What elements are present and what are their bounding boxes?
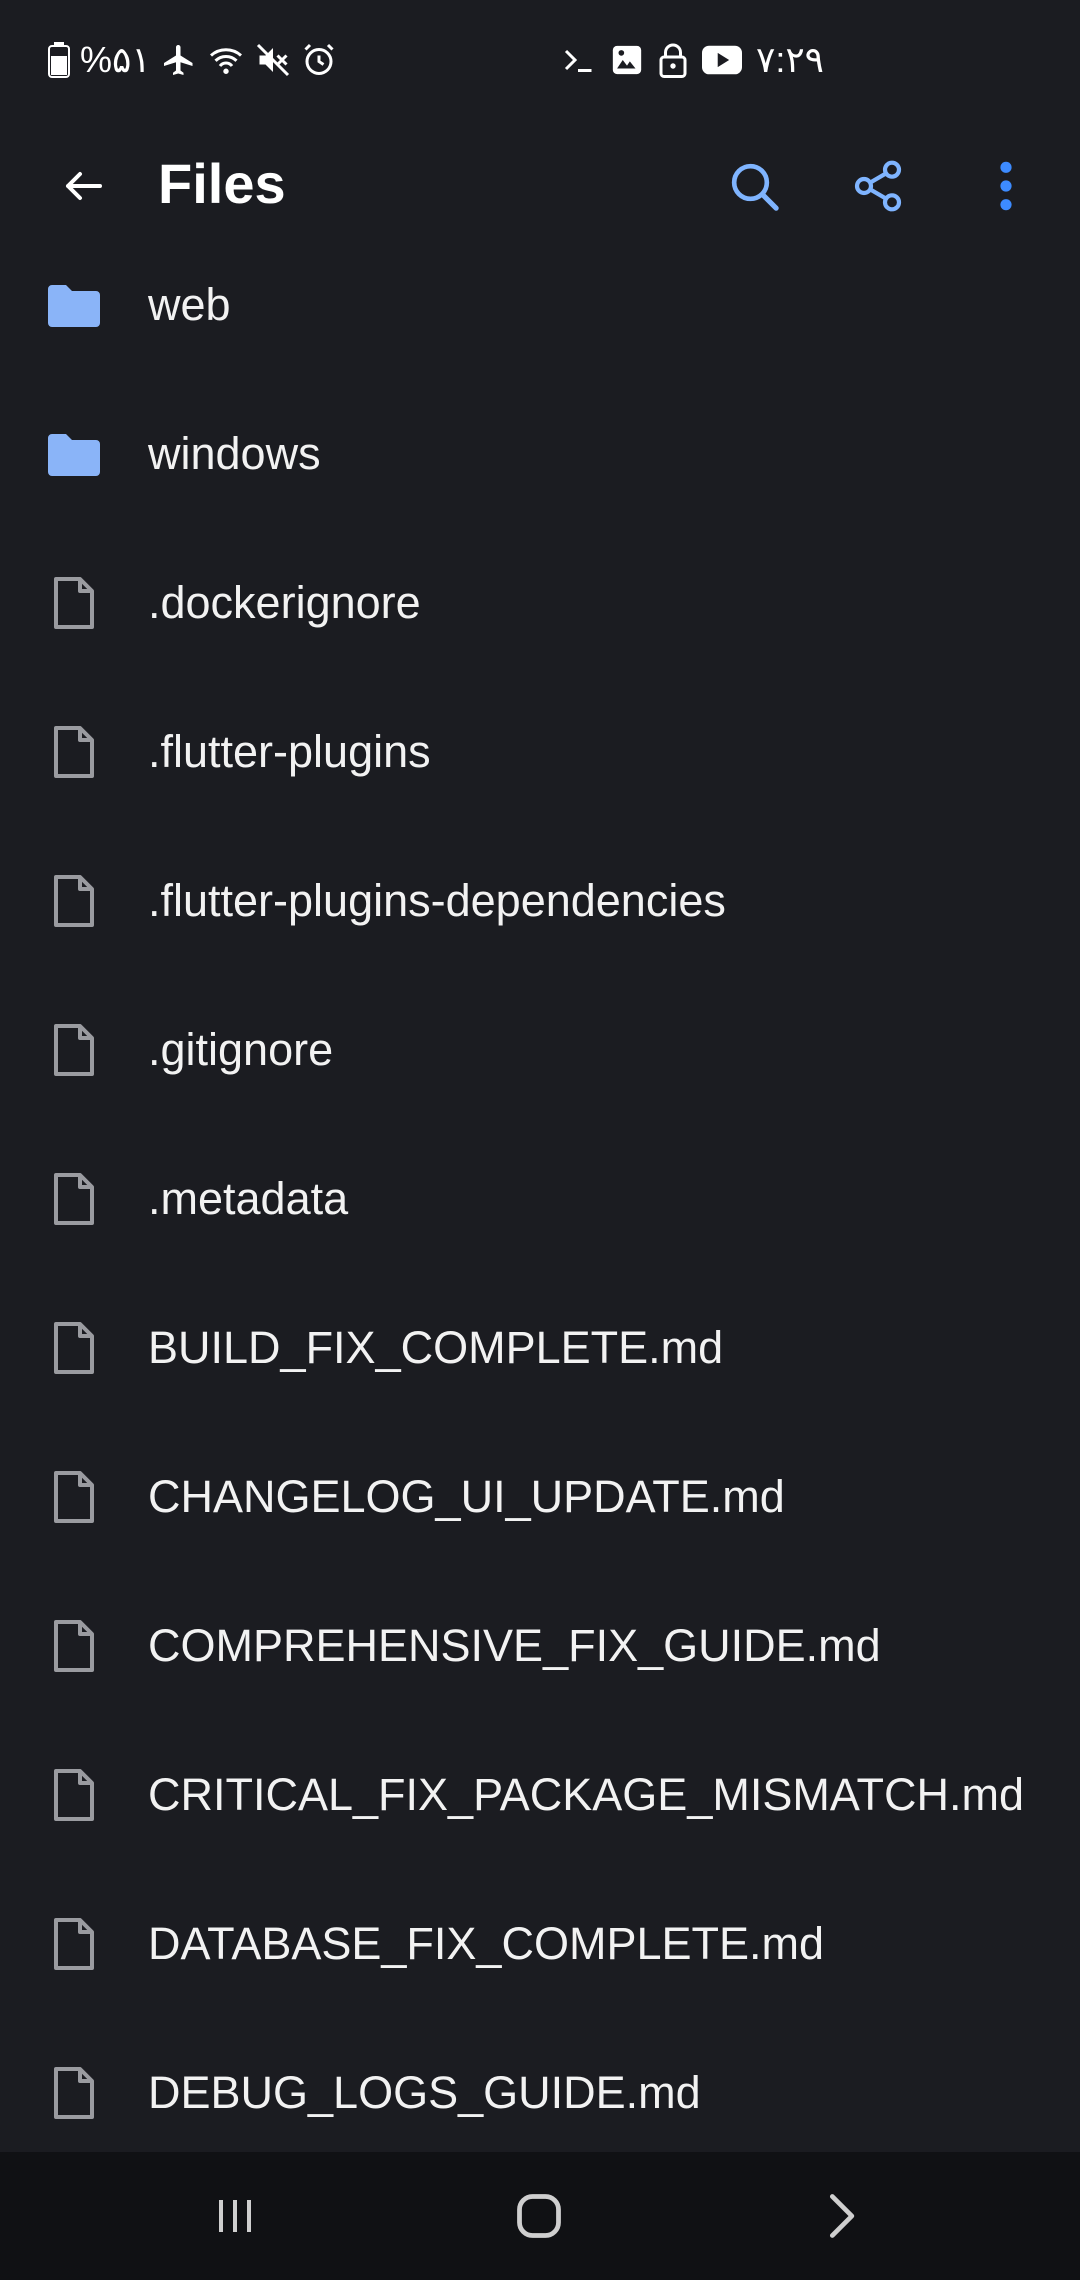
file-name: CHANGELOG_UI_UPDATE.md <box>148 1470 785 1522</box>
recents-button[interactable] <box>180 2172 290 2260</box>
file-name: .gitignore <box>148 1023 334 1075</box>
home-icon <box>517 2194 561 2238</box>
file-icon <box>44 1467 104 1527</box>
file-name: COMPREHENSIVE_FIX_GUIDE.md <box>148 1619 881 1671</box>
share-button[interactable] <box>842 150 914 222</box>
back-button[interactable] <box>52 154 116 218</box>
file-icon <box>44 1914 104 1974</box>
file-icon <box>44 573 104 633</box>
folder-row[interactable]: windows <box>0 379 1080 528</box>
file-row[interactable]: .gitignore <box>0 975 1080 1124</box>
file-name: CRITICAL_FIX_PACKAGE_MISMATCH.md <box>148 1768 1025 1820</box>
more-options-button[interactable] <box>970 150 1042 222</box>
file-name: DEBUG_LOGS_GUIDE.md <box>148 2066 701 2118</box>
folder-icon <box>44 275 104 335</box>
search-button[interactable] <box>718 150 790 222</box>
file-row[interactable]: CHANGELOG_UI_UPDATE.md <box>0 1422 1080 1571</box>
alarm-icon <box>301 42 337 78</box>
file-name: DATABASE_FIX_COMPLETE.md <box>148 1917 825 1969</box>
file-icon <box>44 2063 104 2123</box>
navigation-bar <box>0 2152 1080 2280</box>
more-vert-icon <box>1000 161 1012 211</box>
status-center: ۷:۲۹ <box>560 0 824 120</box>
back-nav-button[interactable] <box>786 2172 896 2260</box>
wifi-icon <box>207 42 245 78</box>
folder-row[interactable]: web <box>0 230 1080 379</box>
battery-icon <box>48 42 70 78</box>
file-row[interactable]: .flutter-plugins-dependencies <box>0 826 1080 975</box>
file-name: .metadata <box>148 1172 349 1224</box>
file-row[interactable]: DEBUG_LOGS_GUIDE.md <box>0 2018 1080 2152</box>
home-button[interactable] <box>484 2172 594 2260</box>
share-icon <box>854 160 902 212</box>
recents-icon <box>219 2200 251 2232</box>
file-row[interactable]: .dockerignore <box>0 528 1080 677</box>
file-name: .flutter-plugins-dependencies <box>148 874 726 926</box>
file-row[interactable]: .metadata <box>0 1124 1080 1273</box>
page-title: Files <box>158 152 286 215</box>
arrow-back-icon <box>66 172 102 200</box>
app-bar: Files <box>0 120 1080 250</box>
terminal-icon <box>560 42 596 78</box>
file-name: windows <box>148 427 321 479</box>
file-name: .flutter-plugins <box>148 725 431 777</box>
battery-percent: %۵۱ <box>80 39 151 80</box>
file-name: BUILD_FIX_COMPLETE.md <box>148 1321 724 1373</box>
status-bar: %۵۱ ۷:۲۹ <box>0 0 1080 120</box>
status-left: %۵۱ <box>48 39 337 81</box>
search-icon <box>731 163 779 211</box>
airplane-icon <box>161 42 197 78</box>
file-row[interactable]: DATABASE_FIX_COMPLETE.md <box>0 1869 1080 2018</box>
file-icon <box>44 722 104 782</box>
status-time: ۷:۲۹ <box>756 39 825 80</box>
image-icon <box>610 43 644 77</box>
file-row[interactable]: CRITICAL_FIX_PACKAGE_MISMATCH.md <box>0 1720 1080 1869</box>
file-name: web <box>148 278 231 330</box>
file-name: .dockerignore <box>148 576 421 628</box>
file-icon <box>44 1765 104 1825</box>
file-icon <box>44 871 104 931</box>
file-row[interactable]: COMPREHENSIVE_FIX_GUIDE.md <box>0 1571 1080 1720</box>
file-row[interactable]: .flutter-plugins <box>0 677 1080 826</box>
file-icon <box>44 1616 104 1676</box>
mute-icon <box>255 42 291 78</box>
file-icon <box>44 1169 104 1229</box>
back-chevron-icon <box>829 2194 855 2238</box>
folder-icon <box>44 424 104 484</box>
youtube-icon <box>702 45 742 75</box>
file-icon <box>44 1318 104 1378</box>
file-row[interactable]: BUILD_FIX_COMPLETE.md <box>0 1273 1080 1422</box>
file-list[interactable]: web windows .dockerignore .flutter-plugins.… <box>0 230 1080 2152</box>
lock-icon <box>658 42 688 78</box>
file-icon <box>44 1020 104 1080</box>
